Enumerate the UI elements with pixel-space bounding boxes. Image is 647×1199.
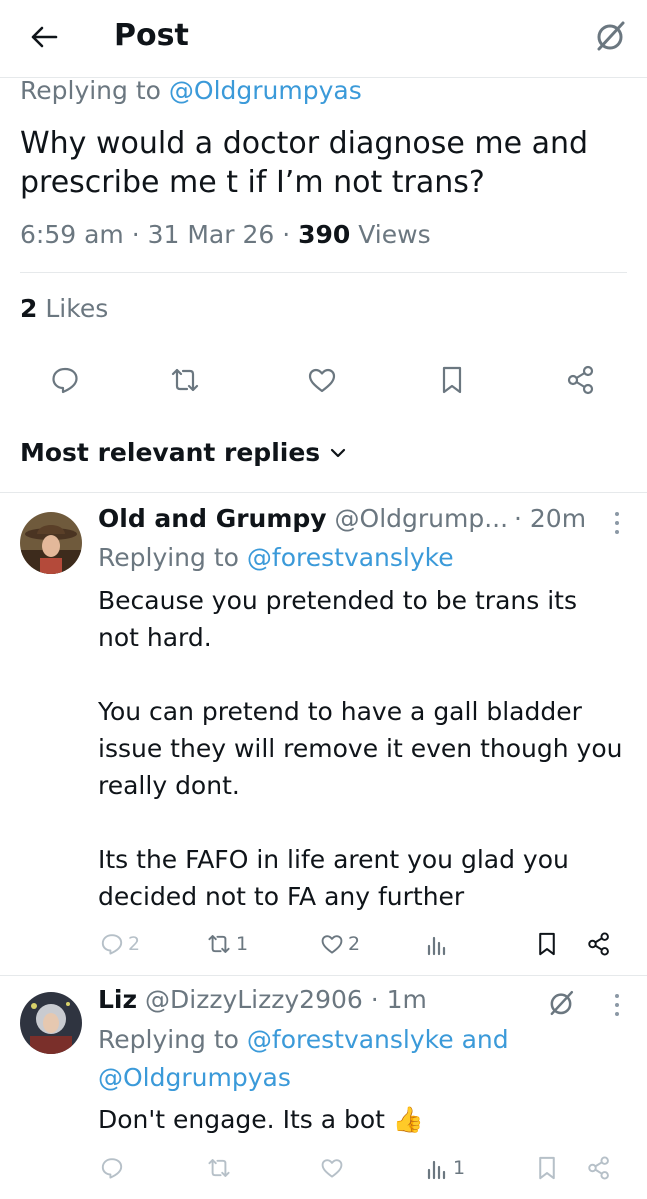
replying-handle-link[interactable]: @forestvanslyke	[247, 543, 454, 572]
avatar[interactable]	[20, 992, 82, 1054]
share-button[interactable]	[561, 360, 601, 400]
sort-label: Most relevant replies	[20, 438, 321, 467]
grok-button[interactable]	[546, 988, 580, 1018]
more-vertical-icon	[615, 994, 619, 1016]
top-bar: Post	[0, 0, 647, 78]
reply-header: Liz @DizzyLizzy2906 · 1m	[98, 985, 427, 1014]
author-name[interactable]: Old and Grumpy	[98, 504, 327, 533]
repost-button[interactable]	[165, 360, 205, 400]
post-action-bar	[0, 360, 647, 400]
author-handle[interactable]: @Oldgrump...	[335, 504, 509, 533]
like-button[interactable]	[302, 360, 342, 400]
bookmark-button[interactable]	[536, 928, 558, 960]
likes-count: 2	[20, 294, 38, 323]
views-button[interactable]: 1	[425, 1152, 465, 1184]
grok-icon	[597, 21, 625, 51]
replying-handle-link[interactable]: @forestvanslyke and	[247, 1025, 509, 1054]
reply-icon	[101, 934, 123, 955]
heart-icon	[308, 368, 336, 393]
reply-replying-to: Replying to @forestvanslyke	[98, 539, 454, 577]
replying-handle-link[interactable]: @Oldgrumpyas	[98, 1063, 291, 1092]
analytics-icon	[427, 936, 446, 956]
reply-body: Don't engage. Its a bot 👍	[98, 1101, 638, 1138]
divider	[0, 492, 647, 493]
bookmark-button[interactable]	[536, 1152, 558, 1184]
reply-icon	[101, 1158, 123, 1179]
views-button[interactable]	[425, 928, 453, 960]
likes-label: Likes	[37, 294, 109, 323]
divider	[20, 272, 627, 273]
post-meta: 6:59 am · 31 Mar 26 · 390 Views	[20, 220, 431, 249]
back-arrow-icon	[31, 26, 58, 48]
like-button[interactable]	[320, 1152, 348, 1184]
share-button[interactable]	[586, 1152, 612, 1184]
share-icon	[567, 365, 594, 395]
repost-button[interactable]: 1	[206, 928, 248, 960]
thumbs-up-emoji: 👍	[392, 1105, 425, 1134]
share-icon	[588, 932, 609, 956]
share-button[interactable]	[586, 928, 612, 960]
reply-body: Because you pretended to be trans its no…	[98, 586, 623, 911]
reply-button[interactable]: 2	[100, 928, 140, 960]
more-options-button[interactable]	[607, 990, 627, 1020]
reply-header: Old and Grumpy @Oldgrump...	[98, 504, 508, 533]
bookmark-icon	[442, 366, 462, 394]
reply-time: · 1m	[370, 985, 427, 1014]
replying-label: Replying to	[98, 1025, 239, 1054]
analytics-icon	[427, 1160, 446, 1180]
likes-link[interactable]: 2 Likes	[20, 294, 108, 323]
heart-icon	[321, 1159, 343, 1178]
like-button[interactable]: 2	[320, 928, 360, 960]
reply-text: Don't engage. Its a bot	[98, 1105, 385, 1134]
author-handle[interactable]: @DizzyLizzy2906	[145, 985, 363, 1014]
views-count: 1	[453, 1157, 466, 1179]
page-title: Post	[114, 18, 189, 53]
repost-icon	[171, 368, 199, 392]
more-options-button[interactable]	[607, 508, 627, 538]
replying-handle-link[interactable]: @Oldgrumpyas	[169, 76, 362, 105]
heart-icon	[321, 935, 343, 954]
reply-replying-to: Replying to @forestvanslyke and @Oldgrum…	[98, 1021, 509, 1097]
reply-icon	[52, 367, 78, 394]
repost-count: 1	[236, 933, 249, 955]
bookmark-icon	[539, 932, 555, 956]
replying-to-line: Replying to @Oldgrumpyas	[20, 76, 362, 105]
divider	[0, 975, 647, 976]
like-count: 2	[348, 933, 361, 955]
share-icon	[588, 1156, 609, 1180]
repost-button[interactable]	[206, 1152, 236, 1184]
reply-button[interactable]	[100, 1152, 128, 1184]
reply-button[interactable]	[45, 360, 85, 400]
replying-label: Replying to	[98, 543, 239, 572]
reply-count: 2	[128, 933, 141, 955]
bookmark-button[interactable]	[432, 360, 472, 400]
grok-button[interactable]	[588, 16, 632, 56]
repost-icon	[208, 1159, 230, 1177]
back-button[interactable]	[22, 18, 66, 56]
chevron-down-icon	[331, 448, 346, 457]
views-count: 390	[298, 220, 351, 249]
post-time: 6:59 am · 31 Mar 26 ·	[20, 220, 299, 249]
avatar[interactable]	[20, 512, 82, 574]
views-label: Views	[350, 220, 431, 249]
more-vertical-icon	[615, 512, 619, 534]
replying-label: Replying to	[20, 76, 161, 105]
repost-icon	[208, 935, 230, 953]
sort-replies-dropdown[interactable]: Most relevant replies	[20, 438, 346, 467]
bookmark-icon	[539, 1156, 555, 1180]
author-name[interactable]: Liz	[98, 985, 137, 1014]
grok-icon	[550, 990, 574, 1016]
reply-time: · 20m	[514, 504, 587, 533]
post-text: Why would a doctor diagnose me and presc…	[20, 126, 589, 200]
